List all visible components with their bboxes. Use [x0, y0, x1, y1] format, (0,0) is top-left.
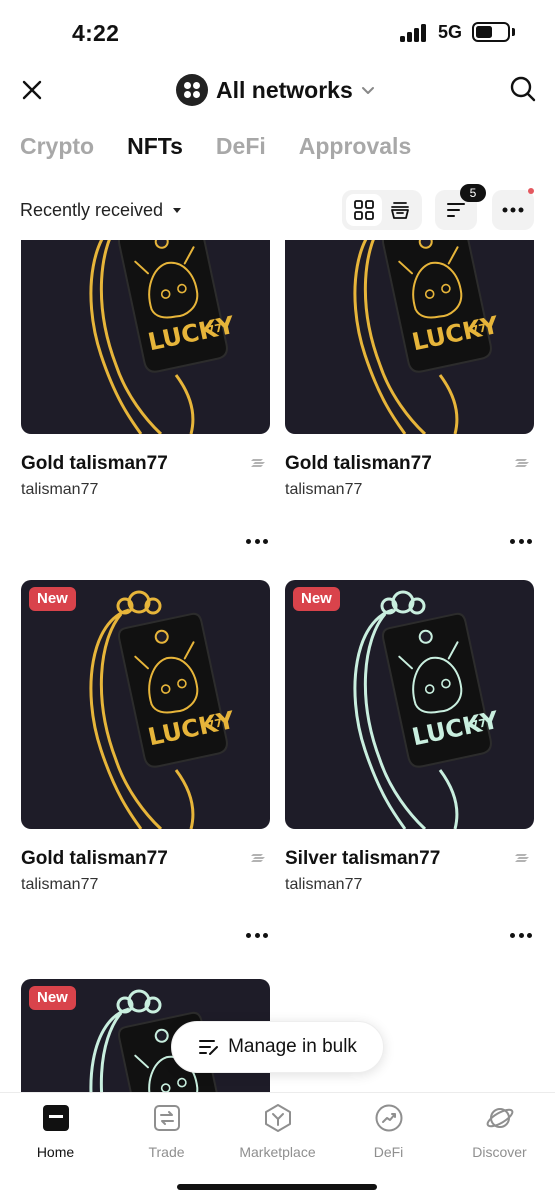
nft-image[interactable]: LUCKY77 New	[285, 580, 534, 829]
nav-trade[interactable]: Trade	[111, 1103, 222, 1160]
tab-approvals[interactable]: Approvals	[299, 128, 411, 168]
nft-title: Silver talisman77	[285, 848, 441, 869]
home-icon	[42, 1105, 69, 1131]
signal-icon	[400, 24, 430, 42]
nft-collection: talisman77	[21, 876, 99, 893]
nft-image[interactable]: LUCKY 77	[285, 240, 534, 434]
nft-card[interactable]: LUCKY 77 New Gold talisman77 talisman77	[21, 580, 270, 938]
talisman-artwork: LUCKY77	[353, 590, 502, 829]
nav-home-label: Home	[36, 1144, 75, 1160]
sort-dropdown[interactable]: Recently received	[20, 200, 182, 221]
view-toggle	[342, 190, 422, 230]
more-horizontal-icon	[502, 207, 524, 213]
nft-card[interactable]: LUCKY 77 New Silver talisman77 talisman77	[285, 580, 534, 938]
tab-defi[interactable]: DeFi	[216, 128, 266, 168]
marketplace-icon	[264, 1104, 291, 1132]
nft-collection: talisman77	[285, 876, 363, 893]
battery-cap	[512, 28, 515, 36]
manage-in-bulk-button[interactable]: Manage in bulk	[171, 1021, 384, 1073]
filter-row: Recently received 5	[0, 184, 555, 234]
new-badge: New	[29, 986, 76, 1010]
new-badge: New	[29, 587, 76, 611]
nav-discover[interactable]: Discover	[444, 1103, 555, 1160]
manage-in-bulk-label: Manage in bulk	[228, 1036, 357, 1057]
battery-icon	[472, 22, 510, 42]
nft-grid: LUCKY 77 Gold talisman77 talisman77 LUCKY…	[0, 240, 555, 1092]
nav-home[interactable]: Home	[0, 1103, 111, 1160]
filter-count-badge: 5	[460, 184, 486, 202]
network-selector[interactable]: All networks	[176, 72, 375, 108]
networks-icon	[176, 74, 208, 106]
nft-image[interactable]: LUCKY 77	[21, 240, 270, 434]
nav-defi-label: DeFi	[373, 1144, 404, 1160]
search-icon[interactable]	[508, 74, 538, 104]
nft-more-button[interactable]	[246, 539, 268, 545]
tab-crypto[interactable]: Crypto	[20, 128, 94, 168]
nft-title: Gold talisman77	[21, 453, 168, 474]
nav-defi[interactable]: DeFi	[333, 1103, 444, 1160]
caret-down-icon	[173, 208, 182, 213]
nft-title: Gold talisman77	[21, 848, 168, 869]
chain-icon	[515, 854, 529, 862]
collection-view-button[interactable]	[382, 194, 418, 226]
chain-icon	[251, 459, 265, 467]
talisman-artwork: LUCKY77	[89, 240, 238, 434]
trade-icon	[153, 1105, 180, 1131]
talisman-artwork: LUCKY77	[89, 590, 238, 829]
home-indicator	[177, 1184, 377, 1190]
discover-icon	[486, 1108, 513, 1128]
new-badge: New	[293, 587, 340, 611]
more-options-button[interactable]	[492, 190, 534, 230]
notification-dot	[528, 188, 534, 194]
tab-nfts[interactable]: NFTs	[127, 128, 183, 168]
grid-icon	[354, 200, 374, 220]
stack-icon	[391, 202, 409, 219]
network-type: 5G	[438, 22, 463, 42]
nft-title: Gold talisman77	[285, 453, 432, 474]
top-bar: All networks	[0, 64, 555, 116]
nft-collection: talisman77	[21, 481, 99, 498]
chain-icon	[515, 459, 529, 467]
network-selector-label: All networks	[216, 76, 353, 103]
filter-lines-icon	[447, 203, 465, 217]
nft-card[interactable]: LUCKY 77 Gold talisman77 talisman77	[285, 240, 534, 544]
chevron-down-icon	[361, 87, 374, 94]
status-time: 4:22	[72, 20, 120, 46]
defi-icon	[375, 1104, 402, 1132]
edit-list-icon	[199, 1040, 219, 1055]
status-bar: 4:22 5G	[0, 0, 555, 62]
nav-discover-label: Discover	[472, 1144, 527, 1160]
nav-marketplace[interactable]: Marketplace	[222, 1103, 333, 1160]
nft-card[interactable]: LUCKY 77 Gold talisman77 talisman77	[21, 240, 270, 544]
close-icon[interactable]	[18, 76, 46, 104]
talisman-artwork: LUCKY77	[353, 240, 502, 434]
sort-label: Recently received	[20, 200, 164, 220]
nft-more-button[interactable]	[246, 933, 268, 939]
asset-tabs: Crypto NFTs DeFi Approvals	[20, 128, 444, 168]
nft-more-button[interactable]	[510, 539, 532, 545]
grid-view-button[interactable]	[346, 194, 382, 226]
nav-trade-label: Trade	[148, 1144, 185, 1160]
nft-image[interactable]: LUCKY77 New	[21, 580, 270, 829]
chain-icon	[251, 854, 265, 862]
nft-more-button[interactable]	[510, 933, 532, 939]
nav-marketplace-label: Marketplace	[239, 1144, 316, 1160]
nft-collection: talisman77	[285, 481, 363, 498]
